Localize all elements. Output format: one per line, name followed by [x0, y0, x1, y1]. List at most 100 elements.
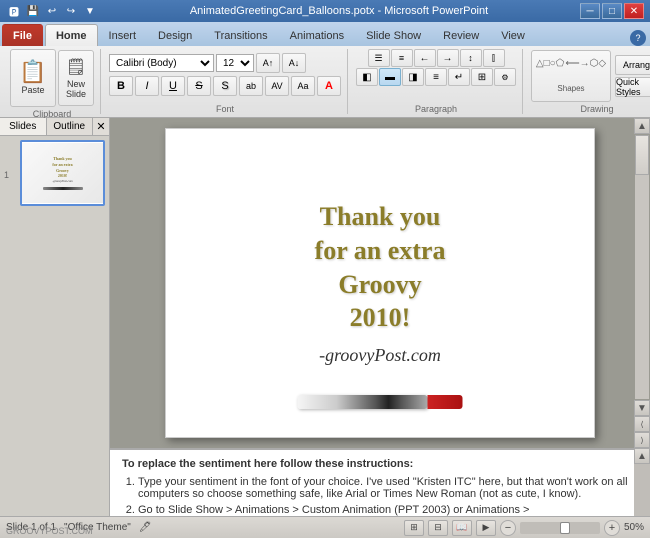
align-center-btn[interactable]: ▬: [379, 68, 401, 86]
drawing-group-label: Drawing: [580, 102, 613, 114]
justify-btn[interactable]: ≡: [425, 68, 447, 86]
notes-section: To replace the sentiment here follow the…: [110, 448, 650, 516]
status-bar: Slide 1 of 1 "Office Theme" 🖊 ⊞ ⊟ 📖 ▶ − …: [0, 516, 650, 538]
change-case-btn[interactable]: Aa: [291, 76, 315, 96]
tab-file[interactable]: File: [2, 24, 43, 46]
slide-card[interactable]: Thank you for an extra Groovy 2010! -gro…: [165, 128, 595, 438]
font-color-btn[interactable]: A: [317, 76, 341, 96]
shapes-palette[interactable]: △□○⬠ ⟵→⬡◇ Shapes: [531, 50, 611, 102]
powerpoint-icon: 🅿: [6, 3, 22, 19]
tab-animations[interactable]: Animations: [279, 24, 355, 46]
drawing-group: △□○⬠ ⟵→⬡◇ Shapes Arrange Quick Styles Dr…: [525, 49, 650, 114]
increase-font-btn[interactable]: A↑: [256, 53, 280, 73]
underline-btn[interactable]: U: [161, 76, 185, 96]
tab-review[interactable]: Review: [432, 24, 490, 46]
slide-thumbnail-1[interactable]: Thank youfor an extraGroovy2010! -groovy…: [20, 140, 105, 206]
next-slide-btn[interactable]: ⟩: [634, 432, 650, 448]
scroll-up-btn[interactable]: ▲: [634, 118, 650, 134]
bold-btn[interactable]: B: [109, 76, 133, 96]
notes-instruction: To replace the sentiment here follow the…: [122, 458, 638, 470]
font-mid-row: B I U S S ab AV Aa A: [109, 76, 341, 96]
main-area: Thank you for an extra Groovy 2010! -gro…: [110, 118, 650, 516]
shadow-btn[interactable]: S: [213, 76, 237, 96]
shapes-icon2: ⟵→⬡◇: [565, 58, 606, 69]
minimize-btn[interactable]: ─: [580, 3, 600, 19]
window-controls[interactable]: ─ □ ✕: [580, 3, 644, 19]
tab-transitions[interactable]: Transitions: [203, 24, 278, 46]
reading-view-btn[interactable]: 📖: [452, 520, 472, 536]
text-direction-btn[interactable]: ↵: [448, 68, 470, 86]
bullets-btn[interactable]: ☰: [368, 49, 390, 67]
slides-tab[interactable]: Slides: [0, 118, 47, 135]
title-bar: 🅿 💾 ↩ ↪ ▼ AnimatedGreetingCard_Balloons.…: [0, 0, 650, 22]
scroll-down-btn[interactable]: ▼: [634, 400, 650, 416]
slide-card-content: Thank you for an extra Groovy 2010! -gro…: [295, 180, 466, 386]
font-size-select[interactable]: 12: [216, 54, 254, 72]
notes-scrollbar: ▲ ▼: [634, 448, 650, 516]
pen-object: [298, 395, 463, 409]
notes-item-1: Type your sentiment in the font of your …: [138, 476, 638, 500]
scroll-track: [635, 135, 649, 399]
align-left-btn[interactable]: ◧: [356, 68, 378, 86]
left-scroll: [110, 118, 126, 448]
right-scrollbar: ▲ ▼ ⟨ ⟩: [634, 118, 650, 448]
paste-button[interactable]: 📋 Paste: [10, 49, 56, 107]
scroll-thumb[interactable]: [635, 135, 649, 175]
zoom-in-btn[interactable]: +: [604, 520, 620, 536]
pen-body: [298, 395, 428, 409]
arrange-btn[interactable]: Arrange: [615, 55, 650, 75]
tab-home[interactable]: Home: [45, 24, 98, 46]
clear-format-btn[interactable]: ab: [239, 76, 263, 96]
increase-indent-btn[interactable]: →: [437, 49, 459, 67]
tab-slideshow[interactable]: Slide Show: [355, 24, 432, 46]
zoom-out-btn[interactable]: −: [500, 520, 516, 536]
close-btn[interactable]: ✕: [624, 3, 644, 19]
columns-btn[interactable]: ⫿: [483, 49, 505, 67]
prev-slide-btn[interactable]: ⟨: [634, 416, 650, 432]
zoom-slider[interactable]: [520, 522, 600, 534]
quick-styles-btn[interactable]: Quick Styles: [615, 77, 650, 97]
numbering-btn[interactable]: ≡: [391, 49, 413, 67]
notes-item-2: Go to Slide Show > Animations > Custom A…: [138, 504, 638, 516]
help-btn[interactable]: ?: [630, 30, 646, 46]
convert-smartart-btn[interactable]: ⚙: [494, 68, 516, 86]
paste-icon: 📋: [19, 61, 46, 83]
new-slide-btn-group: 🗒 New Slide: [58, 50, 94, 106]
customize-quick-btn[interactable]: ▼: [82, 3, 98, 19]
shapes-icon: △□○⬠: [536, 58, 564, 69]
slideshow-btn[interactable]: ▶: [476, 520, 496, 536]
save-quick-btn[interactable]: 💾: [25, 3, 41, 19]
line-spacing-btn[interactable]: ↕: [460, 49, 482, 67]
thumb-sig: -groovyPost.com: [52, 179, 72, 183]
paragraph-group: ☰ ≡ ← → ↕ ⫿ ◧ ▬ ◨ ≡ ↵ ⊞ ⚙ Paragraph: [350, 49, 523, 114]
tab-view[interactable]: View: [490, 24, 536, 46]
clipboard-content: 📋 Paste 🗒 New Slide: [10, 49, 94, 107]
decrease-font-btn[interactable]: A↓: [282, 53, 306, 73]
redo-quick-btn[interactable]: ↪: [63, 3, 79, 19]
align-text-btn[interactable]: ⊞: [471, 68, 493, 86]
tab-design[interactable]: Design: [147, 24, 203, 46]
notes-list: Type your sentiment in the font of your …: [122, 476, 638, 516]
slide-sorter-btn[interactable]: ⊟: [428, 520, 448, 536]
strikethrough-btn[interactable]: S: [187, 76, 211, 96]
restore-btn[interactable]: □: [602, 3, 622, 19]
new-slide-button[interactable]: 🗒 New Slide: [58, 50, 94, 106]
new-slide-icon: 🗒: [66, 57, 86, 77]
notes-scroll-up[interactable]: ▲: [634, 448, 650, 464]
italic-btn[interactable]: I: [135, 76, 159, 96]
slide-edit-area: Thank you for an extra Groovy 2010! -gro…: [110, 118, 650, 448]
align-right-btn[interactable]: ◨: [402, 68, 424, 86]
title-bar-left: 🅿 💾 ↩ ↪ ▼: [6, 3, 98, 19]
font-name-select[interactable]: Calibri (Body): [109, 54, 214, 72]
outline-tab[interactable]: Outline: [47, 118, 94, 135]
drawing-side-btns: Arrange Quick Styles: [615, 55, 650, 97]
decrease-indent-btn[interactable]: ←: [414, 49, 436, 67]
normal-view-btn[interactable]: ⊞: [404, 520, 424, 536]
undo-quick-btn[interactable]: ↩: [44, 3, 60, 19]
slide-signature: -groovyPost.com: [315, 345, 446, 366]
slides-panel: Slides Outline ✕ 1 Thank youfor an extra…: [0, 118, 110, 516]
drawing-controls: △□○⬠ ⟵→⬡◇ Shapes Arrange Quick Styles: [531, 49, 650, 102]
tab-insert[interactable]: Insert: [98, 24, 148, 46]
panel-close-btn[interactable]: ✕: [93, 118, 109, 135]
char-spacing-btn[interactable]: AV: [265, 76, 289, 96]
